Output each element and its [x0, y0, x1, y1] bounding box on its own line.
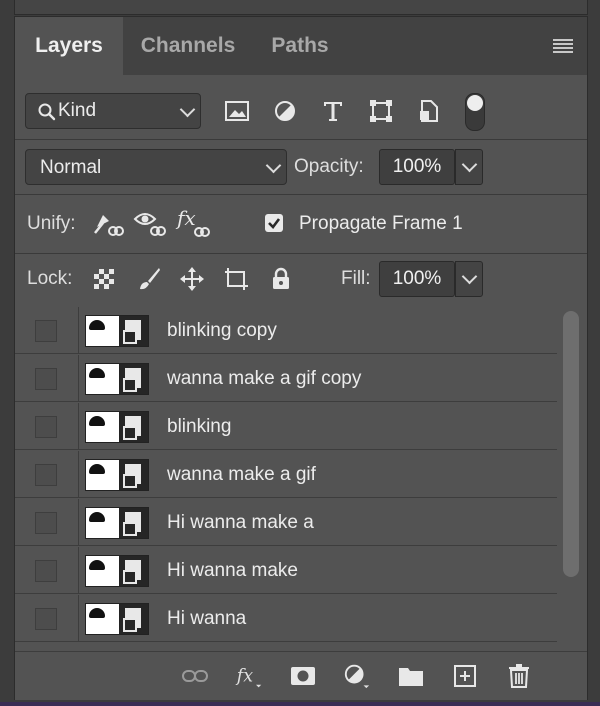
- chevron-down-icon: [461, 268, 478, 285]
- tab-layers[interactable]: Layers: [15, 17, 123, 75]
- search-icon: [38, 103, 56, 121]
- unify-visibility-icon[interactable]: [133, 207, 167, 239]
- opacity-dropdown-button[interactable]: [455, 149, 483, 185]
- filter-toggle[interactable]: [465, 93, 485, 131]
- layers-panel: Layers Channels Paths Kind Normal Opacit…: [14, 16, 588, 700]
- layer-row[interactable]: blinking: [15, 403, 557, 450]
- layer-row[interactable]: Hi wanna: [15, 595, 557, 642]
- link-layers-icon[interactable]: [181, 662, 209, 690]
- delete-icon[interactable]: [505, 662, 533, 690]
- layer-name: Hi wanna make a: [167, 512, 314, 533]
- layer-name: Hi wanna make: [167, 560, 298, 581]
- visibility-toggle[interactable]: [35, 320, 57, 342]
- layer-name: wanna make a gif copy: [167, 368, 362, 389]
- smart-object-icon: [119, 603, 149, 635]
- checkmark-icon: [268, 218, 281, 229]
- tab-channels[interactable]: Channels: [123, 17, 253, 75]
- scrollbar-thumb[interactable]: [563, 311, 579, 577]
- chevron-down-icon: [265, 157, 282, 174]
- layer-thumbnail: [85, 363, 149, 395]
- svg-text:fx: fx: [235, 666, 253, 686]
- unify-style-icon[interactable]: fx: [175, 207, 213, 239]
- new-layer-icon[interactable]: [451, 662, 479, 690]
- layer-thumbnail: [85, 507, 149, 539]
- shape-filter-icon[interactable]: [367, 97, 395, 125]
- kind-label: Kind: [58, 100, 97, 121]
- smart-object-icon: [119, 507, 149, 539]
- adjustment-layer-icon[interactable]: [343, 662, 371, 690]
- fill-dropdown-button[interactable]: [455, 261, 483, 297]
- lock-artboard-icon[interactable]: [222, 265, 250, 293]
- layer-name: blinking copy: [167, 320, 277, 341]
- top-panel-edge: [14, 0, 588, 15]
- visibility-toggle[interactable]: [35, 416, 57, 438]
- lock-image-pixels-icon[interactable]: [135, 265, 163, 293]
- svg-text:fx: fx: [175, 207, 196, 230]
- window-bottom-edge: [0, 702, 600, 706]
- visibility-toggle[interactable]: [35, 608, 57, 630]
- smart-object-icon: [119, 411, 149, 443]
- smart-object-icon: [119, 315, 149, 347]
- propagate-label: Propagate Frame 1: [299, 213, 463, 234]
- lock-position-icon[interactable]: [178, 265, 206, 293]
- layer-name: Hi wanna: [167, 608, 247, 629]
- unify-label: Unify:: [27, 213, 76, 234]
- smart-object-icon: [119, 459, 149, 491]
- layer-row[interactable]: wanna make a gif: [15, 451, 557, 498]
- visibility-toggle[interactable]: [35, 464, 57, 486]
- image-filter-icon[interactable]: [223, 97, 251, 125]
- panel-menu-icon[interactable]: [553, 39, 573, 53]
- type-filter-icon[interactable]: [319, 97, 347, 125]
- tab-bar: Layers Channels Paths: [15, 17, 587, 75]
- chevron-down-icon: [179, 101, 196, 118]
- layer-row[interactable]: Hi wanna make a: [15, 499, 557, 546]
- visibility-toggle[interactable]: [35, 368, 57, 390]
- layers-footer-toolbar: fx: [15, 651, 587, 700]
- tab-paths[interactable]: Paths: [253, 17, 347, 75]
- fx-icon[interactable]: fx: [235, 662, 263, 690]
- layer-name: wanna make a gif: [167, 464, 316, 485]
- fill-field[interactable]: 100%: [379, 261, 455, 297]
- layer-name: blinking: [167, 416, 232, 437]
- layers-list: blinking copy wanna make a gif copy blin…: [15, 307, 557, 651]
- chevron-down-icon: [461, 156, 478, 173]
- new-group-icon[interactable]: [397, 662, 425, 690]
- visibility-toggle[interactable]: [35, 512, 57, 534]
- layer-thumbnail: [85, 555, 149, 587]
- adjustment-filter-icon[interactable]: [271, 97, 299, 125]
- layer-thumbnail: [85, 459, 149, 491]
- fill-label: Fill:: [341, 268, 371, 289]
- kind-filter-select[interactable]: Kind: [25, 93, 201, 129]
- smart-object-filter-icon[interactable]: [415, 97, 443, 125]
- layer-thumbnail: [85, 603, 149, 635]
- smart-object-icon: [119, 363, 149, 395]
- blend-mode-select[interactable]: Normal: [25, 149, 287, 185]
- unify-position-icon[interactable]: [91, 207, 125, 239]
- layer-row[interactable]: Hi wanna make: [15, 547, 557, 594]
- add-mask-icon[interactable]: [289, 662, 317, 690]
- layer-thumbnail: [85, 411, 149, 443]
- layer-thumbnail: [85, 315, 149, 347]
- lock-all-icon[interactable]: [267, 265, 295, 293]
- lock-label: Lock:: [27, 268, 73, 289]
- propagate-checkbox[interactable]: [265, 214, 283, 232]
- opacity-label: Opacity:: [294, 156, 364, 177]
- visibility-toggle[interactable]: [35, 560, 57, 582]
- blend-mode-value: Normal: [40, 157, 102, 178]
- lock-transparent-pixels-icon[interactable]: [90, 265, 118, 293]
- opacity-field[interactable]: 100%: [379, 149, 455, 185]
- layer-row[interactable]: wanna make a gif copy: [15, 355, 557, 402]
- smart-object-icon: [119, 555, 149, 587]
- layer-row[interactable]: blinking copy: [15, 307, 557, 354]
